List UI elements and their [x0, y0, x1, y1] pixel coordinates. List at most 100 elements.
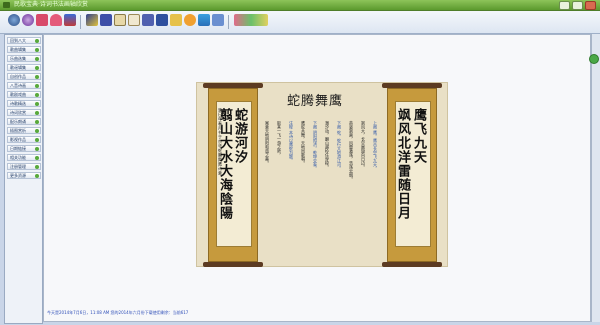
sidebar-item[interactable]: 八音诗画 — [7, 82, 41, 89]
app-icon — [3, 2, 10, 8]
sidebar-item[interactable]: 诗歌精选 — [7, 100, 41, 107]
scroll-silk: 蛇游河汐 翦山大水大海陰陽 癸巳年春月书于京华蛇腾舞鹰诗意 — [208, 88, 258, 262]
poem-column: 上阕 鹰，鹰击长空飞九天， — [373, 121, 378, 171]
sidebar-item[interactable]: 注册管理 — [7, 163, 41, 170]
sidebar-item-label: 日期链接 — [10, 146, 26, 151]
scroll-rod — [382, 262, 442, 267]
poem-column: 鹰蛇共舞，天地同歌唱。 — [301, 121, 306, 165]
sidebar-item[interactable]: 自创作品 — [7, 73, 41, 80]
photo-icon[interactable] — [198, 14, 210, 26]
minimize-button[interactable] — [559, 1, 570, 10]
poem-column: 潮汐动，翻山越岭任穿梭。 — [325, 121, 330, 169]
scroll-paper: 蛇游河汐 翦山大水大海陰陽 癸巳年春月书于京华蛇腾舞鹰诗意 — [216, 101, 252, 247]
sidebar-item-label: 相关功能 — [10, 155, 26, 160]
calligraphy-painting: 蛇腾舞鹰 蛇游河汐 翦山大水大海陰陽 癸巳年春月书于京华蛇腾舞鹰诗意 上阕 鹰，… — [196, 82, 448, 267]
scroll-silk: 鹰飞九天 飒风北洋雷随日月 — [387, 88, 437, 262]
toolbar-separator — [80, 15, 81, 29]
sidebar-item-label: 乐曲选集 — [10, 56, 26, 61]
sidebar-item-label: 注册管理 — [10, 164, 26, 169]
bullet-icon — [35, 165, 39, 169]
sidebar-item[interactable]: 歌剧戏曲 — [7, 91, 41, 98]
poem-text: 上阕 鹰，鹰击长空飞九天， 飒风大，长空展翅向日边。 英姿飒爽，风雷激荡，浩荡云… — [263, 121, 383, 241]
expand-icon[interactable] — [589, 54, 599, 64]
maximize-button[interactable] — [572, 1, 583, 10]
sidebar-item-label: 配乐朗诵 — [10, 119, 26, 124]
painting-title: 蛇腾舞鹰 — [287, 94, 344, 109]
book-icon[interactable] — [114, 14, 126, 26]
folder-icon[interactable] — [170, 14, 182, 26]
sidebar: 回到八大 歌曲辑集 乐曲选集 歌谣辑集 自创作品 八音诗画 歌剧戏曲 诗歌精选 … — [4, 34, 43, 324]
poem-column: 英姿飒爽，风雷激荡，浩荡云烟。 — [349, 121, 354, 181]
image-icon[interactable] — [64, 14, 76, 26]
bullet-icon — [35, 120, 39, 124]
sidebar-item[interactable]: 歌曲辑集 — [7, 46, 41, 53]
sidebar-item[interactable]: 更多资源 — [7, 172, 41, 179]
sidebar-item-label: 歌谣辑集 — [10, 65, 26, 70]
sidebar-item-label: 更多资源 — [10, 173, 26, 178]
sidebar-item[interactable]: 配乐朗诵 — [7, 118, 41, 125]
settings-icon[interactable] — [184, 14, 196, 26]
bullet-icon — [35, 66, 39, 70]
sidebar-item-label: 自创作品 — [10, 74, 26, 79]
sidebar-item-label: 诗歌精选 — [10, 101, 26, 106]
sidebar-item-label: 歌曲辑集 — [10, 47, 26, 52]
bullet-icon — [35, 48, 39, 52]
poem-column: 飒风大，长空展翅向日边。 — [361, 121, 366, 169]
bullet-icon — [35, 138, 39, 142]
bullet-icon — [35, 156, 39, 160]
sidebar-item-label: 插图赏析 — [10, 128, 26, 133]
toolbar — [0, 11, 600, 34]
scroll-rod — [203, 262, 263, 267]
poem-column: 下阕 阴阳相济，乾坤交泰， — [313, 121, 318, 171]
scroll-paper: 鹰飞九天 飒风北洋雷随日月 — [395, 101, 431, 247]
bullet-icon — [35, 57, 39, 61]
inscription: 癸巳年春月书于京华蛇腾舞鹰诗意 — [218, 108, 223, 176]
save-icon[interactable] — [156, 14, 168, 26]
bullet-icon — [35, 84, 39, 88]
bullet-icon — [35, 129, 39, 133]
sidebar-item[interactable]: 歌谣辑集 — [7, 64, 41, 71]
right-scroll: 鹰飞九天 飒风北洋雷随日月 — [382, 83, 442, 268]
sidebar-item[interactable]: 乐曲选集 — [7, 55, 41, 62]
home-icon[interactable] — [8, 14, 20, 26]
left-scroll: 蛇游河汐 翦山大水大海陰陽 癸巳年春月书于京华蛇腾舞鹰诗意 — [203, 83, 263, 268]
sidebar-item[interactable]: 插图赏析 — [7, 127, 41, 134]
poem-column: 取其一飞一游之势， — [277, 121, 282, 157]
palette-icon[interactable] — [86, 14, 98, 26]
poem-column: 寓意天地阴阳和谐之美。 — [265, 121, 270, 165]
sidebar-item-label: 歌剧戏曲 — [10, 92, 26, 97]
sidebar-item-label: 诗词欣赏 — [10, 110, 26, 115]
bullet-icon — [35, 174, 39, 178]
window-title: 民歌宝典·诗词书法画轴欣赏 — [14, 1, 88, 8]
video-icon[interactable] — [142, 14, 154, 26]
calligraphy-line: 飒风北洋雷随日月 — [395, 108, 410, 220]
tools-icon[interactable] — [234, 14, 268, 26]
right-rail — [589, 34, 600, 322]
poem-column: 注释 本诗以鹰蛇为题， — [289, 121, 294, 163]
sidebar-item-label: 影视作品 — [10, 137, 26, 142]
grid-icon[interactable] — [100, 14, 112, 26]
bullet-icon — [35, 111, 39, 115]
close-button[interactable] — [585, 1, 596, 10]
poem-column: 下阕 蛇，蛇行大地游江河， — [337, 121, 342, 171]
music-icon[interactable] — [36, 14, 48, 26]
globe-icon[interactable] — [22, 14, 34, 26]
window-controls — [559, 1, 596, 10]
bullet-icon — [35, 93, 39, 97]
sidebar-item-label: 回到八大 — [10, 38, 26, 43]
sidebar-item[interactable]: 回到八大 — [7, 37, 41, 44]
sidebar-item[interactable]: 相关功能 — [7, 154, 41, 161]
edit-icon[interactable] — [128, 14, 140, 26]
toolbar-separator — [228, 15, 229, 29]
bullet-icon — [35, 102, 39, 106]
title-bar: 民歌宝典·诗词书法画轴欣赏 — [0, 0, 600, 11]
sidebar-item[interactable]: 影视作品 — [7, 136, 41, 143]
sidebar-item-label: 八音诗画 — [10, 83, 26, 88]
status-text: 今天是2014年7月6日，11:08 AM 您的2014年六月份下载使用剩余：当… — [47, 310, 189, 315]
help-icon[interactable] — [212, 14, 224, 26]
heart-icon[interactable] — [50, 14, 62, 26]
bullet-icon — [35, 39, 39, 43]
bullet-icon — [35, 75, 39, 79]
sidebar-item[interactable]: 日期链接 — [7, 145, 41, 152]
sidebar-item[interactable]: 诗词欣赏 — [7, 109, 41, 116]
